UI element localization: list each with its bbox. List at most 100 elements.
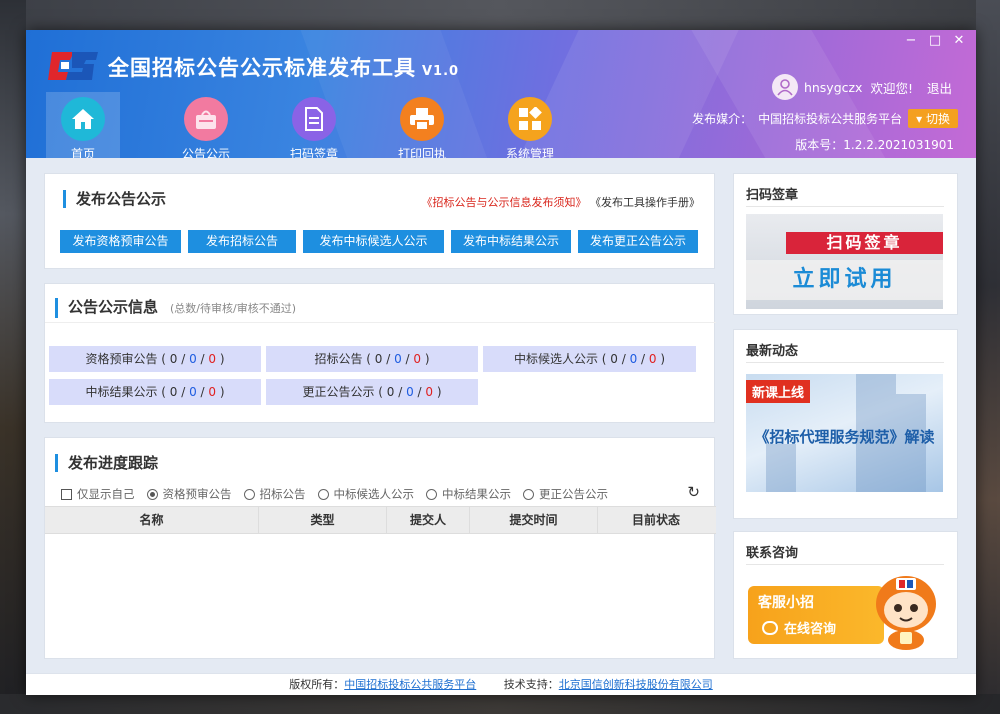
nav-item-scan-sign[interactable]: 扫码签章: [260, 92, 368, 158]
stat-rejected: 0: [425, 385, 434, 399]
radio-result[interactable]: [426, 488, 437, 500]
publish-prequal-button[interactable]: 发布资格预审公告: [60, 230, 181, 253]
publish-result-button[interactable]: 发布中标结果公示: [451, 230, 571, 253]
stat-label: 更正公告公示: [302, 385, 375, 399]
nav-label: 首页: [70, 147, 95, 158]
switch-media-button[interactable]: ▾ 切换: [908, 109, 958, 128]
radio-label: 中标候选人公示: [333, 487, 415, 501]
col-header-type[interactable]: 类型: [259, 507, 387, 533]
radio-prequal[interactable]: [146, 488, 158, 500]
minimize-button[interactable]: −: [900, 32, 922, 50]
publish-correction-button[interactable]: 发布更正公告公示: [578, 230, 698, 253]
divider: [45, 322, 716, 323]
radio-label: 招标公告: [259, 487, 306, 501]
app-window: 全国招标公告公示标准发布工具 V1.0 − □ ✕ 首页 公告公示 扫码签章 打…: [26, 30, 976, 695]
scan-sign-card: 扫码签章 扫码签章 立即试用: [733, 173, 958, 315]
window-controls: − □ ✕: [900, 32, 970, 50]
stat-rejected: 0: [208, 352, 217, 366]
app-title: 全国招标公告公示标准发布工具 V1.0: [108, 52, 459, 82]
progress-panel-title: 发布进度跟踪: [55, 454, 158, 472]
app-version-badge: V1.0: [422, 64, 460, 79]
info-panel-title: 公告公示信息 (总数/待审核/审核不通过): [55, 298, 296, 318]
document-icon: [292, 97, 336, 141]
copyright-link[interactable]: 中国招标投标公共服务平台: [344, 678, 476, 691]
scan-sign-banner[interactable]: 扫码签章 立即试用: [746, 214, 943, 309]
version-row: 版本号：1.2.2.2021031901: [795, 136, 954, 153]
nav-item-announcements[interactable]: 公告公示: [152, 92, 260, 158]
col-header-status[interactable]: 目前状态: [598, 507, 714, 533]
stat-rejected: 0: [208, 385, 217, 399]
contact-title: 联系咨询: [746, 546, 799, 561]
contact-line1: 客服小招: [758, 595, 814, 611]
contact-card: 联系咨询 客服小招 在线咨询: [733, 531, 958, 659]
news-tag: 新课上线: [746, 380, 811, 403]
copyright-label: 版权所有：: [289, 678, 345, 691]
stat-total: 0: [169, 385, 178, 399]
radio-label: 更正公告公示: [539, 487, 608, 501]
nav-item-print-receipt[interactable]: 打印回执: [368, 92, 476, 158]
col-header-submit-time[interactable]: 提交时间: [470, 507, 598, 533]
refresh-icon[interactable]: ↻: [687, 483, 700, 501]
desktop-background-bottom: [0, 694, 1000, 714]
app-header: 全国招标公告公示标准发布工具 V1.0 − □ ✕ 首页 公告公示 扫码签章 打…: [26, 30, 976, 158]
stat-total: 0: [610, 352, 618, 366]
stat-total: 0: [374, 352, 383, 366]
publish-buttons: 发布资格预审公告 发布招标公告 发布中标候选人公示 发布中标结果公示 发布更正公…: [60, 230, 698, 253]
stat-candidate[interactable]: 中标候选人公示 ( 0 / 0 / 0 ): [483, 346, 696, 372]
radio-correction[interactable]: [523, 488, 534, 500]
publish-candidate-button[interactable]: 发布中标候选人公示: [303, 230, 444, 253]
progress-panel: 发布进度跟踪 仅显示自己 资格预审公告 招标公告 中标候选人公示 中标结果公示 …: [44, 437, 716, 659]
stat-result[interactable]: 中标结果公示 ( 0 / 0 / 0 ): [49, 379, 261, 405]
stat-label: 中标候选人公示: [513, 352, 598, 366]
publish-panel-title: 发布公告公示: [63, 190, 166, 208]
divider: [746, 362, 944, 363]
divider: [746, 564, 944, 565]
support-link[interactable]: 北京国信创新科技股份有限公司: [559, 678, 713, 691]
info-title-text: 公告公示信息: [68, 298, 159, 316]
col-header-name[interactable]: 名称: [45, 507, 259, 533]
publish-panel: 发布公告公示 《招标公告与公示信息发布须知》 《发布工具操作手册》 发布资格预审…: [44, 173, 715, 269]
news-card: 最新动态 新课上线 《招标代理服务规范》解读: [733, 329, 958, 519]
progress-table-header: 名称 类型 提交人 提交时间 目前状态: [45, 506, 716, 534]
radio-label: 中标结果公示: [442, 487, 511, 501]
stat-pending: 0: [189, 352, 197, 366]
nav-item-system-admin[interactable]: 系统管理: [476, 92, 584, 158]
only-mine-checkbox[interactable]: [61, 488, 72, 500]
desktop-background-right: [976, 0, 1000, 714]
stat-label: 招标公告: [314, 352, 363, 366]
stat-tender[interactable]: 招标公告 ( 0 / 0 / 0 ): [266, 346, 478, 372]
desktop-background-top: [0, 0, 1000, 30]
manual-link[interactable]: 《发布工具操作手册》: [590, 196, 700, 209]
media-row: 发布媒介： 中国招标投标公共服务平台 ▾ 切换: [692, 109, 958, 128]
contact-banner[interactable]: 客服小招 在线咨询: [748, 576, 944, 650]
news-banner[interactable]: 新课上线 《招标代理服务规范》解读: [746, 374, 943, 492]
stat-prequal[interactable]: 资格预审公告 ( 0 / 0 / 0 ): [49, 346, 261, 372]
media-label: 发布媒介：: [692, 112, 753, 126]
close-button[interactable]: ✕: [948, 32, 970, 50]
radio-candidate[interactable]: [317, 488, 329, 500]
radio-tender[interactable]: [243, 488, 255, 500]
contact-line2-text: 在线咨询: [784, 622, 837, 637]
publish-tender-button[interactable]: 发布招标公告: [188, 230, 296, 253]
stat-pending: 0: [189, 385, 197, 399]
stat-correction[interactable]: 更正公告公示 ( 0 / 0 / 0 ): [266, 379, 478, 405]
main-nav: 首页 公告公示 扫码签章 打印回执 系统管理: [46, 92, 584, 158]
home-icon: [61, 97, 105, 141]
maximize-button[interactable]: □: [924, 32, 946, 50]
nav-item-home[interactable]: 首页: [46, 92, 120, 158]
contact-line2: 在线咨询: [762, 618, 836, 637]
banner-try-text: 立即试用: [746, 260, 943, 300]
grid-icon: [508, 97, 552, 141]
news-text: 《招标代理服务规范》解读: [754, 428, 935, 446]
app-title-text: 全国招标公告公示标准发布工具: [108, 56, 416, 80]
col-header-submitter[interactable]: 提交人: [387, 507, 470, 533]
username: hnsygczx: [803, 79, 863, 95]
desktop-background-left: [0, 0, 26, 714]
stat-rejected: 0: [413, 352, 422, 366]
notice-link[interactable]: 《招标公告与公示信息发布须知》: [422, 196, 587, 209]
news-title: 最新动态: [746, 344, 799, 359]
footer: 版权所有：中国招标投标公共服务平台 技术支持：北京国信创新科技股份有限公司: [26, 673, 976, 695]
mascot-icon: [876, 576, 936, 650]
divider: [746, 206, 944, 207]
logout-link[interactable]: 退出: [927, 78, 952, 97]
